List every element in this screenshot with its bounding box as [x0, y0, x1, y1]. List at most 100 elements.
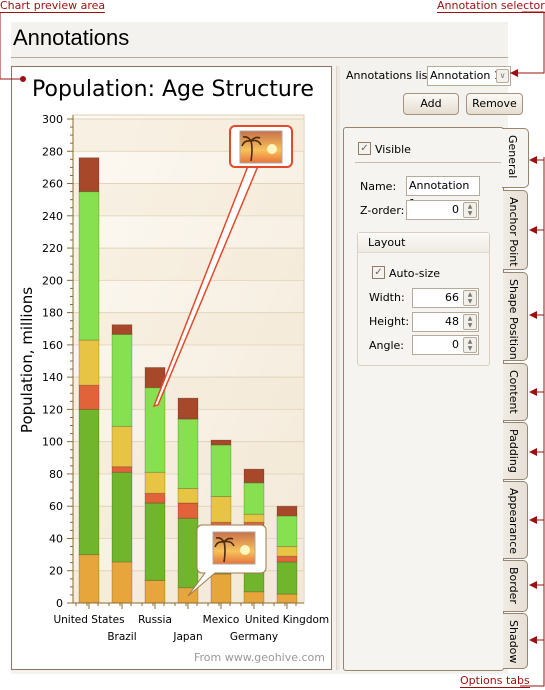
zorder-spinner[interactable]: 0 ▲ ▼ [406, 200, 479, 220]
annotations-list-dropdown[interactable]: Annotation 1 ∨ [427, 66, 511, 86]
tab-label: Appearance [507, 488, 520, 555]
zorder-label: Z-order: [360, 204, 405, 217]
palm-sunset-image-icon [239, 130, 283, 164]
bar-segment[interactable] [111, 471, 133, 563]
visible-checkbox[interactable]: ✓ [358, 142, 371, 155]
layout-group-title: Layout [358, 233, 489, 253]
bar-segment[interactable] [78, 157, 100, 193]
spin-arrows-icon[interactable]: ▲ ▼ [463, 202, 477, 218]
chart-title: Population: Age Structure [32, 77, 314, 102]
y-tick-label: 140 [42, 371, 63, 384]
bar-segment[interactable] [210, 496, 232, 523]
tab-label: Padding [507, 429, 520, 473]
bar-segment[interactable] [78, 554, 100, 604]
bar-segment[interactable] [111, 466, 133, 473]
bar-segment[interactable] [111, 561, 133, 604]
bar-segment[interactable] [177, 418, 199, 489]
y-axis-title: Population, millions [18, 287, 36, 433]
chevron-down-icon[interactable]: ∨ [496, 69, 509, 83]
bar-segment[interactable] [78, 339, 100, 386]
x-tick-label: Germany [230, 631, 278, 643]
add-button[interactable]: Add [403, 93, 459, 115]
tab-label: Border [507, 567, 520, 604]
width-label: Width: [369, 291, 405, 304]
bar-segment[interactable] [177, 397, 199, 420]
height-spinner[interactable]: 48 ▲ ▼ [412, 312, 479, 332]
visible-label: Visible [375, 143, 411, 156]
bar-segment[interactable] [177, 487, 199, 504]
x-tick-label: Mexico [203, 614, 240, 626]
bar-segment[interactable] [243, 513, 265, 523]
y-tick-label: 100 [42, 436, 63, 449]
tab-padding[interactable]: Padding [503, 422, 528, 480]
width-spinner[interactable]: 66 ▲ ▼ [412, 288, 479, 308]
y-tick-label: 40 [49, 532, 63, 545]
y-tick-label: 220 [42, 242, 63, 255]
grid-band [73, 248, 304, 281]
width-value: 66 [445, 291, 459, 304]
bar-segment[interactable] [177, 502, 199, 519]
bar-segment[interactable] [144, 492, 166, 504]
autosize-label: Auto-size [389, 267, 441, 280]
tab-appearance[interactable]: Appearance [503, 481, 528, 559]
y-tick-label: 180 [42, 307, 63, 320]
bar-segment[interactable] [243, 482, 265, 515]
spin-arrows-icon[interactable]: ▲ ▼ [463, 314, 477, 330]
angle-spinner[interactable]: 0 ▲ ▼ [412, 335, 479, 355]
name-input[interactable]: Annotation 1 [406, 176, 480, 210]
angle-value: 0 [452, 338, 459, 351]
bar-segment[interactable] [78, 408, 100, 556]
y-tick-label: 20 [49, 565, 63, 578]
bar-segment[interactable] [210, 444, 232, 498]
tab-general[interactable]: General [502, 128, 529, 188]
tab-label: Shadow [507, 620, 520, 664]
bar-segment[interactable] [111, 425, 133, 468]
bar-segment[interactable] [144, 471, 166, 494]
bar-segment[interactable] [276, 561, 298, 595]
splitter-handle[interactable] [336, 66, 340, 670]
bar-segment[interactable] [243, 591, 265, 604]
bar-segment[interactable] [144, 579, 166, 604]
tab-border[interactable]: Border [503, 560, 528, 612]
height-value: 48 [445, 315, 459, 328]
bar-segment[interactable] [210, 573, 232, 604]
spin-arrows-icon[interactable]: ▲ ▼ [463, 290, 477, 306]
tab-anchor-point[interactable]: Anchor Point [503, 190, 528, 270]
tab-content[interactable]: Content [503, 363, 528, 421]
x-tick-label: United States [53, 614, 124, 626]
bar-segment[interactable] [144, 387, 166, 473]
palm-sunset-image-icon [212, 531, 256, 565]
bar-segment[interactable] [177, 517, 199, 589]
spin-arrows-icon[interactable]: ▲ ▼ [463, 337, 477, 353]
bar-segment[interactable] [276, 593, 298, 604]
source-note: From www.geohive.com [194, 651, 325, 664]
bar-segment[interactable] [78, 384, 100, 410]
y-tick-label: 300 [42, 113, 63, 126]
tab-label: Shape Position [507, 279, 520, 360]
y-tick-label: 240 [42, 210, 63, 223]
bar-segment[interactable] [78, 191, 100, 341]
tab-shadow[interactable]: Shadow [503, 613, 528, 669]
grid-band [73, 183, 304, 216]
bar-segment[interactable] [243, 468, 265, 484]
x-tick-label: Russia [138, 614, 172, 626]
bar-segment[interactable] [111, 333, 133, 427]
bar-segment[interactable] [144, 502, 166, 581]
bar-segment[interactable] [276, 505, 298, 517]
remove-button[interactable]: Remove [466, 93, 523, 115]
tab-shape-position[interactable]: Shape Position [503, 272, 528, 361]
name-label: Name: [360, 180, 397, 193]
y-tick-label: 120 [42, 403, 63, 416]
bar-segment[interactable] [276, 515, 298, 548]
bar-segment[interactable] [111, 324, 133, 335]
tab-label: Content [507, 370, 520, 414]
bar-segment[interactable] [210, 439, 232, 446]
bar-segment[interactable] [276, 555, 298, 563]
annotations-list-value: Annotation 1 [430, 69, 501, 82]
y-tick-label: 60 [49, 500, 63, 513]
x-tick-label: Brazil [107, 631, 136, 643]
y-tick-label: 160 [42, 339, 63, 352]
height-label: Height: [369, 315, 410, 328]
autosize-checkbox[interactable]: ✓ [372, 266, 385, 279]
bar-segment[interactable] [276, 546, 298, 557]
